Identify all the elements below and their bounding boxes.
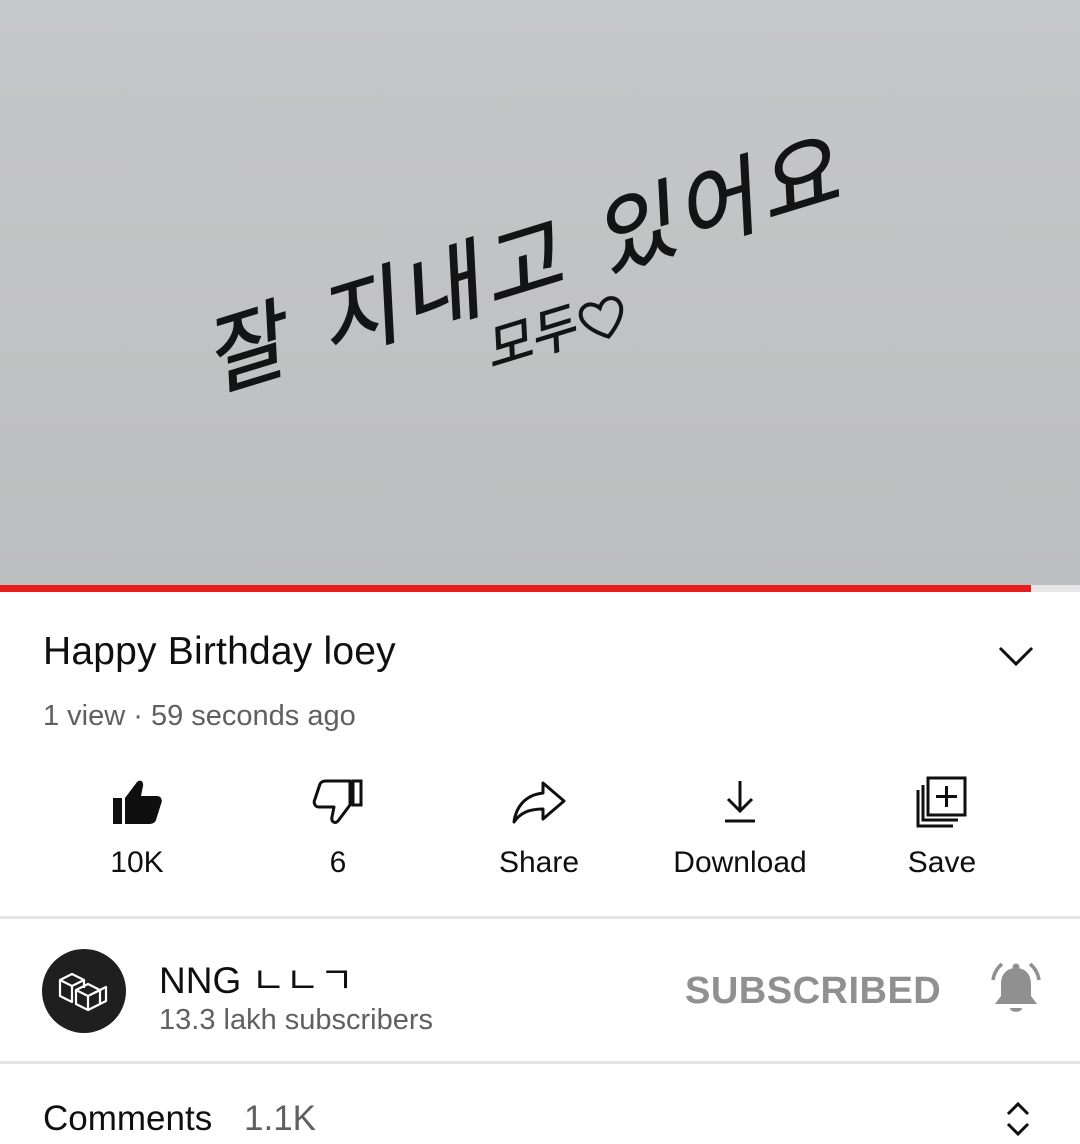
video-frame-handwriting: 잘 지내고 있어요 모두 xyxy=(191,120,855,411)
handwritten-message: 잘 지내고 있어요 모두 xyxy=(191,120,855,411)
heart-doodle xyxy=(578,296,624,339)
save-button[interactable]: Save xyxy=(842,760,1042,900)
comments-section[interactable]: Comments 1.1K xyxy=(0,1065,1080,1144)
notification-bell-button[interactable] xyxy=(988,962,1044,1018)
channel-avatar[interactable] xyxy=(42,949,126,1033)
divider xyxy=(0,1061,1080,1064)
video-title: Happy Birthday loey xyxy=(43,630,396,673)
download-button[interactable]: Download xyxy=(640,760,840,900)
subscriber-count: 13.3 lakh subscribers xyxy=(159,1004,434,1036)
comments-count: 1.1K xyxy=(244,1099,316,1138)
dislike-button[interactable]: 6 xyxy=(238,760,438,900)
subscribed-button[interactable]: SUBSCRIBED xyxy=(685,970,941,1013)
download-icon xyxy=(710,772,770,832)
video-player[interactable]: 잘 지내고 있어요 모두 xyxy=(0,0,1080,592)
comments-label: Comments xyxy=(43,1099,213,1138)
meta-separator: · xyxy=(125,700,151,732)
progress-bar-fill xyxy=(0,585,1032,592)
chevron-down-icon xyxy=(998,646,1034,667)
channel-row[interactable]: NNG ㄴㄴㄱ 13.3 lakh subscribers SUBSCRIBED xyxy=(0,920,1080,1062)
bell-filled-icon xyxy=(991,962,1041,1012)
channel-name[interactable]: NNG ㄴㄴㄱ xyxy=(159,950,354,1004)
save-label: Save xyxy=(907,846,977,879)
like-button[interactable]: 10K xyxy=(37,760,237,900)
thumbs-down-outline-icon xyxy=(308,772,368,832)
action-bar: 10K 6 Share Download Save xyxy=(0,760,1080,910)
share-button[interactable]: Share xyxy=(439,760,639,900)
playlist-add-icon xyxy=(912,772,972,832)
dislike-count: 6 xyxy=(329,846,347,879)
progress-bar[interactable] xyxy=(0,585,1080,592)
upload-time: 59 seconds ago xyxy=(150,700,356,732)
download-label: Download xyxy=(673,846,807,879)
video-meta: 1 view · 59 seconds ago xyxy=(43,700,356,733)
view-count: 1 view xyxy=(43,700,126,732)
channel-logo-icon xyxy=(58,972,108,1012)
share-label: Share xyxy=(498,846,580,879)
thumbs-up-filled-icon xyxy=(107,772,167,832)
share-arrow-icon xyxy=(509,772,569,832)
like-count: 10K xyxy=(110,846,164,879)
divider xyxy=(0,916,1080,919)
expand-description-button[interactable] xyxy=(990,630,1042,682)
unfold-icon[interactable] xyxy=(998,1097,1038,1141)
